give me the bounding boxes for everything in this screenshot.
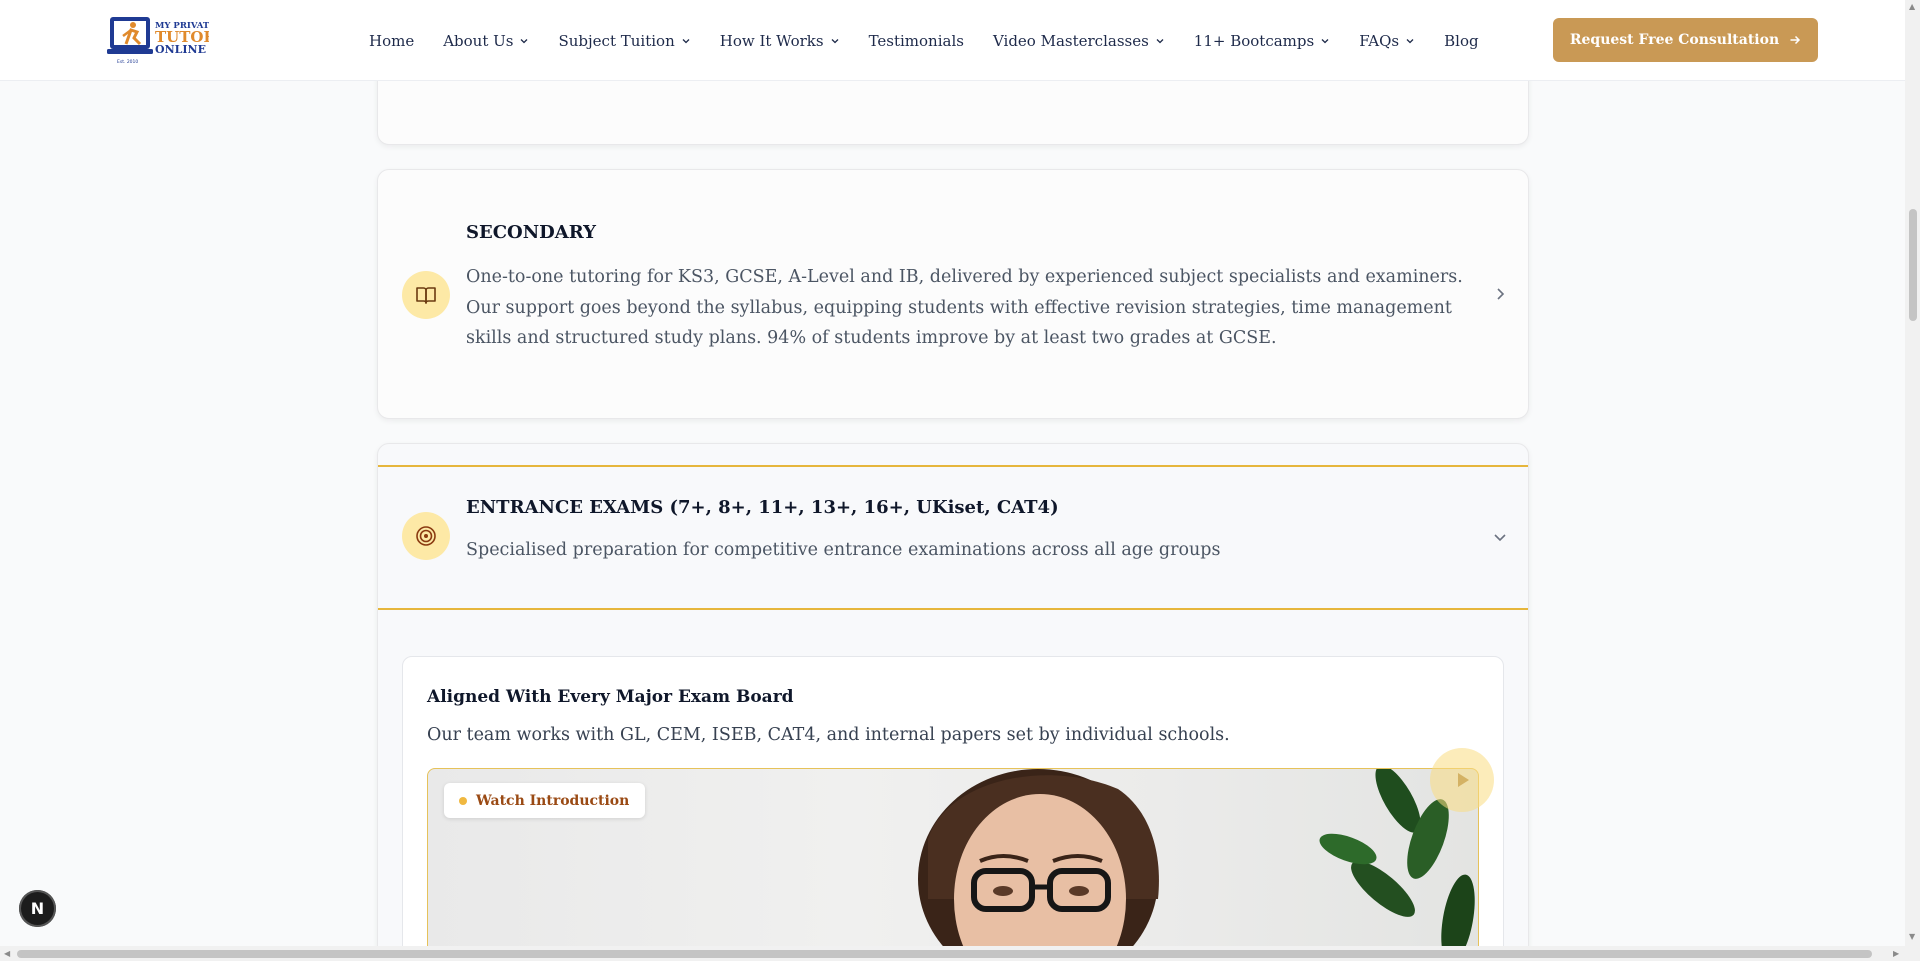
request-consultation-label: Request Free Consultation [1569,32,1780,48]
book-icon [402,271,450,319]
svg-text:Est. 2010: Est. 2010 [117,59,138,65]
scroll-right-icon[interactable]: ▶ [1893,949,1899,958]
nav-home-label: Home [369,31,415,50]
entrance-exams-title: ENTRANCE EXAMS (7+, 8+, 11+, 13+, 16+, U… [466,497,1059,518]
dev-tools-badge[interactable]: N [19,890,56,927]
nav-video-masterclasses[interactable]: Video Masterclasses [993,32,1165,50]
dev-tools-badge-label: N [30,899,45,918]
status-dot-icon [459,796,467,805]
nav-subject-tuition-label: Subject Tuition [558,31,675,50]
entrance-exams-header[interactable]: ENTRANCE EXAMS (7+, 8+, 11+, 13+, 16+, U… [378,465,1528,610]
site-header: MY PRIVATE TUTOR ONLINE Est. 2010 Home A… [0,0,1920,81]
chevron-right-icon[interactable] [1492,286,1508,302]
nav-11-plus-bootcamps[interactable]: 11+ Bootcamps [1194,32,1330,50]
nav-testimonials-label: Testimonials [868,31,964,50]
secondary-title: SECONDARY [466,222,597,243]
nav-subject-tuition[interactable]: Subject Tuition [558,32,690,50]
horizontal-scrollbar[interactable]: ◀ ▶ [0,946,1905,961]
nav-testimonials[interactable]: Testimonials [869,32,964,50]
svg-text:ONLINE: ONLINE [155,43,206,56]
nav-how-it-works-label: How It Works [719,31,824,50]
chevron-down-icon [1406,38,1414,43]
vertical-scrollbar-thumb[interactable] [1909,209,1917,321]
request-consultation-button[interactable]: Request Free Consultation [1553,18,1818,62]
nav-blog-label: Blog [1444,31,1479,50]
watch-introduction-button[interactable]: Watch Introduction [444,783,646,818]
nav-11-plus-bootcamps-label: 11+ Bootcamps [1193,31,1315,50]
intro-video[interactable]: Watch Introduction [427,768,1479,961]
nav-faqs[interactable]: FAQs [1359,32,1415,50]
arrow-right-icon [1790,35,1801,45]
nav-how-it-works[interactable]: How It Works [720,32,840,50]
nav-faqs-label: FAQs [1359,31,1400,50]
service-card-entrance-exams: ENTRANCE EXAMS (7+, 8+, 11+, 13+, 16+, U… [377,443,1529,961]
exam-board-description: Our team works with GL, CEM, ISEB, CAT4,… [427,725,1230,745]
watch-introduction-label: Watch Introduction [476,792,630,809]
chevron-down-icon [831,38,839,43]
secondary-description: One-to-one tutoring for KS3, GCSE, A-Lev… [466,267,1463,348]
service-card-secondary[interactable]: SECONDARY One-to-one tutoring for KS3, G… [377,169,1529,419]
scroll-left-icon[interactable]: ◀ [4,949,10,958]
chevron-down-icon [1156,38,1164,43]
main-nav: Home About Us Subject Tuition How It Wor… [369,0,1508,81]
exam-board-title: Aligned With Every Major Exam Board [427,687,794,707]
nav-home[interactable]: Home [369,32,414,50]
horizontal-scrollbar-thumb[interactable] [17,950,1872,958]
scroll-down-icon[interactable]: ▼ [1909,932,1915,941]
chevron-down-icon [521,38,528,43]
target-icon [402,512,450,560]
chevron-down-icon[interactable] [1492,529,1508,545]
nav-about-us-label: About Us [443,31,514,50]
nav-about-us[interactable]: About Us [443,32,529,50]
entrance-exams-description: Specialised preparation for competitive … [466,540,1221,560]
nav-blog[interactable]: Blog [1444,32,1478,50]
play-icon[interactable] [1430,748,1494,812]
vertical-scrollbar[interactable]: ▲ ▼ [1905,0,1920,961]
exam-board-panel: Aligned With Every Major Exam Board Our … [402,656,1504,961]
nav-video-masterclasses-label: Video Masterclasses [992,31,1149,50]
chevron-down-icon [1321,38,1329,43]
chevron-down-icon [682,38,690,43]
site-logo[interactable]: MY PRIVATE TUTOR ONLINE Est. 2010 [107,14,209,66]
scroll-up-icon[interactable]: ▲ [1909,2,1915,11]
